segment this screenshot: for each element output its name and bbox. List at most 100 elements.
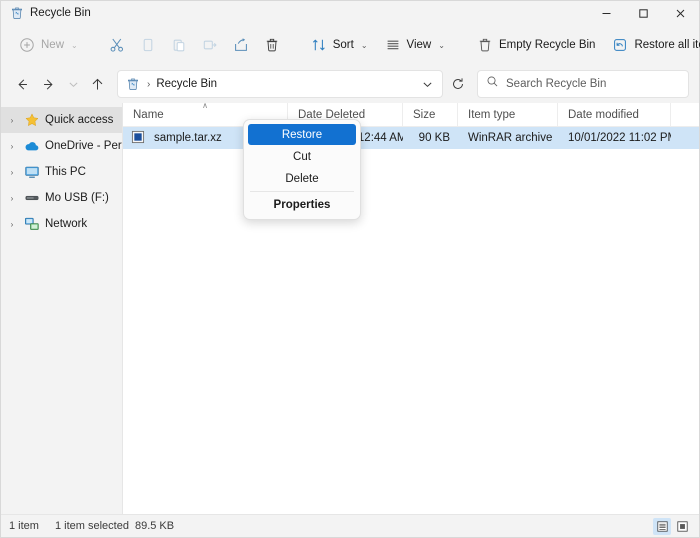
cell-item-type: WinRAR archive — [468, 132, 553, 144]
table-row[interactable]: sample.tar.xz 11/01/2022 12:44 AM 90 KB … — [123, 127, 699, 149]
context-menu-item-delete[interactable]: Delete — [248, 168, 356, 189]
window-title: Recycle Bin — [30, 7, 91, 19]
share-button[interactable] — [226, 31, 256, 59]
status-bar-left: 1 item 1 item selected 89.5 KB — [9, 520, 174, 532]
sort-icon — [311, 37, 327, 53]
chevron-down-icon: ⌄ — [438, 40, 445, 50]
network-icon — [24, 216, 40, 232]
minimize-button[interactable] — [588, 1, 625, 25]
large-icons-view-button[interactable] — [673, 518, 691, 535]
file-explorer-window: Recycle Bin New ⌄ Sort ⌄ View ⌄ Empty Re… — [0, 0, 700, 538]
window-controls — [588, 1, 699, 25]
status-selection-group: 1 item selected 89.5 KB — [55, 520, 174, 532]
search-icon — [486, 75, 499, 93]
explorer-body: › Quick access › OneDrive - Personal › — [1, 100, 699, 514]
rename-button[interactable] — [195, 31, 225, 59]
sidebar-item-label: OneDrive - Personal — [45, 140, 122, 152]
status-item-count: 1 item — [9, 520, 39, 532]
copy-icon — [140, 37, 156, 53]
column-header-date-modified[interactable]: Date modified — [558, 102, 671, 127]
sort-button[interactable]: Sort ⌄ — [303, 31, 376, 59]
refresh-button[interactable] — [443, 70, 473, 98]
view-button-label: View — [406, 39, 432, 51]
search-input[interactable] — [506, 78, 680, 90]
paste-button[interactable] — [164, 31, 194, 59]
new-button[interactable]: New ⌄ — [11, 31, 86, 59]
chevron-down-icon[interactable] — [414, 71, 440, 97]
sidebar-item-label: Network — [45, 218, 88, 230]
trash-icon — [477, 37, 493, 53]
column-header-label: Date modified — [568, 108, 639, 121]
title-bar: Recycle Bin — [1, 1, 699, 25]
status-selection-count: 1 item selected — [54, 520, 129, 532]
close-button[interactable] — [662, 1, 699, 25]
share-icon — [233, 37, 249, 53]
recent-locations-button[interactable] — [63, 70, 83, 98]
delete-button[interactable] — [257, 31, 287, 59]
context-menu-item-label: Delete — [285, 172, 319, 185]
sidebar-item-onedrive-personal[interactable]: › OneDrive - Personal — [1, 133, 122, 159]
chevron-right-icon[interactable]: › — [5, 220, 19, 229]
context-menu-item-label: Restore — [281, 128, 323, 141]
column-header-label: Item type — [468, 108, 516, 121]
breadcrumb-bar[interactable]: › Recycle Bin — [117, 70, 443, 98]
context-menu-item-properties[interactable]: Properties — [248, 194, 356, 215]
chevron-right-icon[interactable]: › — [5, 142, 19, 151]
context-menu-item-label: Properties — [273, 198, 331, 211]
trash-icon — [264, 37, 280, 53]
breadcrumb-separator: › — [147, 78, 151, 90]
column-header-label: Size — [413, 108, 436, 121]
sidebar-item-label: Mo USB (F:) — [45, 192, 109, 204]
column-header-size[interactable]: Size — [403, 102, 458, 127]
empty-recycle-bin-label: Empty Recycle Bin — [498, 39, 596, 51]
status-bar: 1 item 1 item selected 89.5 KB — [1, 514, 699, 537]
copy-button[interactable] — [133, 31, 163, 59]
restore-all-items-button[interactable]: Restore all items — [604, 31, 700, 59]
cloud-icon — [24, 138, 40, 154]
chevron-right-icon[interactable]: › — [5, 168, 19, 177]
restore-all-items-label: Restore all items — [634, 39, 700, 51]
breadcrumb-path: Recycle Bin — [156, 78, 218, 90]
cut-button[interactable] — [102, 31, 132, 59]
context-menu: Restore Cut Delete Properties — [243, 119, 361, 220]
star-icon — [24, 112, 40, 128]
context-menu-item-label: Cut — [293, 150, 311, 163]
usb-drive-icon — [24, 190, 40, 206]
window-tab[interactable]: Recycle Bin — [1, 1, 101, 25]
sidebar-item-mo-usb-f[interactable]: › Mo USB (F:) — [1, 185, 122, 211]
forward-button[interactable] — [35, 70, 63, 98]
up-button[interactable] — [83, 70, 111, 98]
file-list-pane: ∧ Name Date Deleted Size Item type Date … — [123, 100, 699, 514]
chevron-right-icon[interactable]: › — [5, 116, 19, 125]
navigation-pane: › Quick access › OneDrive - Personal › — [1, 103, 123, 514]
command-toolbar: New ⌄ Sort ⌄ View ⌄ Empty Recycle Bin Re… — [1, 25, 700, 65]
sort-ascending-icon: ∧ — [202, 100, 208, 110]
restore-icon — [612, 37, 628, 53]
maximize-button[interactable] — [625, 1, 662, 25]
recycle-bin-icon — [126, 77, 140, 91]
archive-file-icon — [131, 130, 147, 146]
context-menu-separator — [250, 191, 354, 192]
column-header-label: Name — [133, 108, 164, 121]
cell-size: 90 KB — [418, 132, 450, 144]
sidebar-item-quick-access[interactable]: › Quick access — [1, 107, 122, 133]
sidebar-item-network[interactable]: › Network — [1, 211, 122, 237]
view-button[interactable]: View ⌄ — [377, 31, 453, 59]
context-menu-item-cut[interactable]: Cut — [248, 146, 356, 167]
chevron-right-icon[interactable]: › — [5, 194, 19, 203]
sidebar-item-label: Quick access — [45, 114, 114, 126]
status-selection-size: 89.5 KB — [134, 520, 175, 532]
rename-icon — [202, 37, 218, 53]
empty-recycle-bin-button[interactable]: Empty Recycle Bin — [469, 31, 604, 59]
back-button[interactable] — [7, 70, 35, 98]
file-name-label: sample.tar.xz — [154, 132, 222, 144]
details-view-button[interactable] — [653, 517, 671, 535]
column-header-item-type[interactable]: Item type — [458, 102, 558, 127]
view-icon — [385, 37, 401, 53]
cell-date-modified: 10/01/2022 11:02 PM — [568, 132, 671, 144]
sidebar-item-this-pc[interactable]: › This PC — [1, 159, 122, 185]
column-headers: ∧ Name Date Deleted Size Item type Date … — [123, 100, 699, 127]
paste-icon — [171, 37, 187, 53]
search-box[interactable] — [477, 70, 689, 98]
context-menu-item-restore[interactable]: Restore — [248, 124, 356, 145]
